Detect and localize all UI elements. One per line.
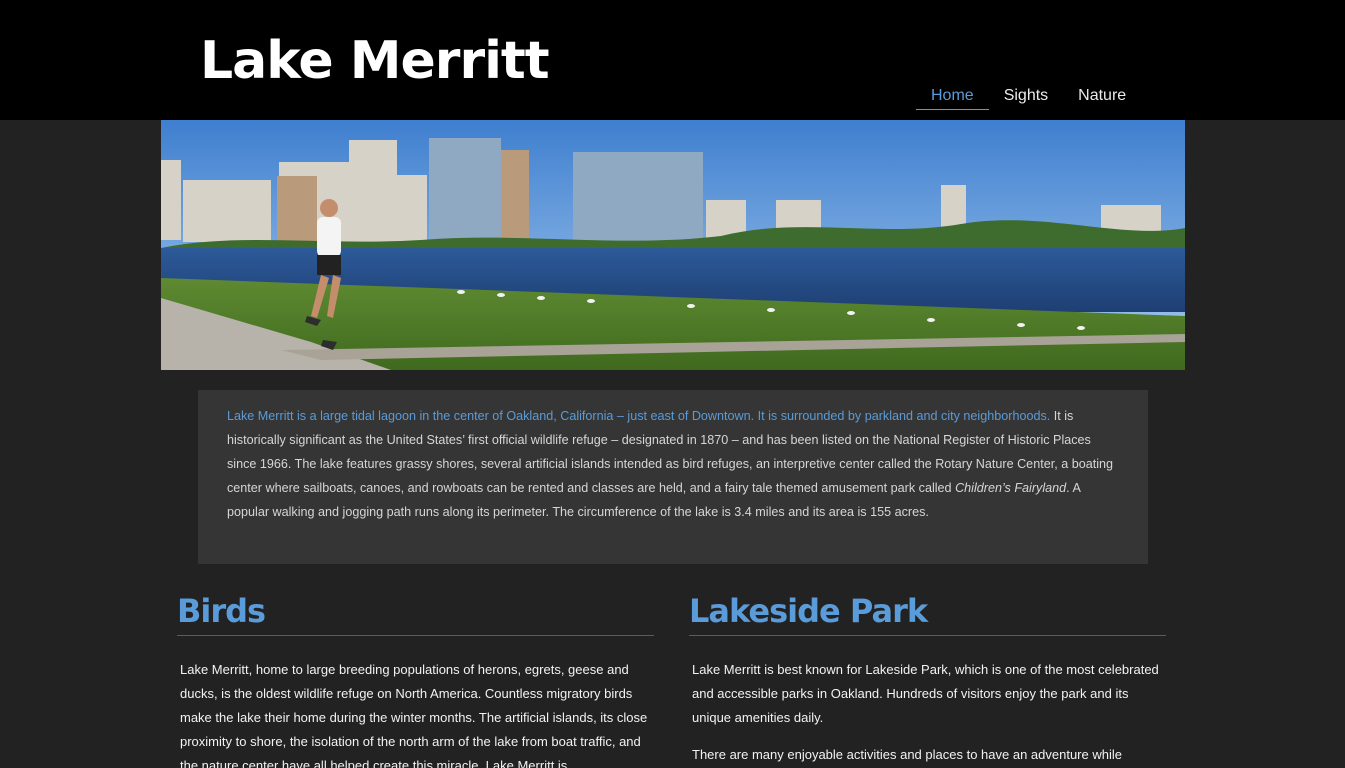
lakeside-park-paragraph: There are many enjoyable activities and … <box>692 747 1122 762</box>
lakeside-park-heading: Lakeside Park <box>689 590 1166 636</box>
intro-lead: Lake Merritt is a large tidal lagoon in … <box>227 409 1051 423</box>
nav-home-link[interactable]: Home <box>916 84 989 110</box>
nav-sights-link[interactable]: Sights <box>989 84 1063 110</box>
birds-heading: Birds <box>177 590 654 636</box>
birds-section: Birds Lake Merritt, home to large breedi… <box>177 590 654 768</box>
lakeside-park-paragraph: Lake Merritt is best known for Lakeside … <box>692 662 1159 725</box>
hero-image <box>161 120 1185 370</box>
birds-paragraph: Lake Merritt, home to large breeding pop… <box>180 662 648 768</box>
site-title[interactable]: Lake Merritt <box>200 28 550 94</box>
hero-photo-illustration <box>161 120 1185 370</box>
intro-emphasis: Children’s Fairyland <box>955 481 1067 495</box>
lakeside-park-section: Lakeside Park Lake Merritt is best known… <box>689 590 1166 768</box>
site-header: Lake Merritt Home Sights Nature <box>0 0 1345 120</box>
intro-box: Lake Merritt is a large tidal lagoon in … <box>198 390 1148 564</box>
nav-nature-link[interactable]: Nature <box>1063 84 1141 110</box>
main-nav: Home Sights Nature <box>916 84 1141 110</box>
